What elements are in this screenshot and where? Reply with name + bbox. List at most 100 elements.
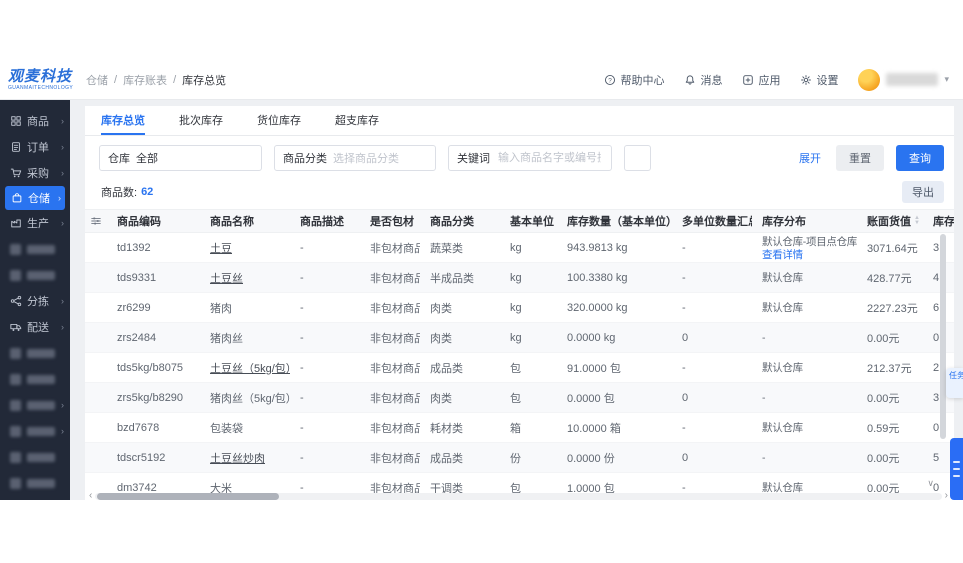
cell-packing: 非包材商品 [360, 300, 420, 316]
cell-value: - [300, 271, 304, 284]
cell-name: 猪肉丝 [200, 330, 290, 346]
reset-button[interactable]: 重置 [836, 145, 884, 171]
cell-value: 0.00元 [857, 450, 929, 466]
tab-批次库存[interactable]: 批次库存 [179, 106, 223, 135]
sidebar-item-redacted[interactable] [0, 366, 70, 392]
sidebar-item-redacted[interactable] [0, 236, 70, 262]
sidebar-item-grid[interactable]: 商品 › [0, 108, 70, 134]
scroll-down-icon[interactable]: ∨ [927, 478, 934, 489]
tab-库存总览[interactable]: 库存总览 [101, 106, 145, 135]
cell-multi: 0 [672, 392, 752, 404]
keyword-field[interactable]: 关键词 [448, 145, 612, 171]
chevron-right-icon: › [58, 193, 61, 203]
cell-code: bzd7678 [107, 422, 200, 434]
cell-value: 3 [933, 391, 940, 404]
advanced-filter-button[interactable] [624, 145, 651, 171]
cell-value: - [300, 451, 304, 464]
delivery-icon [10, 321, 22, 333]
breadcrumb: 仓储 / 库存账表 / 库存总览 [86, 72, 226, 88]
topbar-item-gear[interactable]: 设置 [800, 72, 838, 88]
search-button[interactable]: 查询 [896, 145, 944, 171]
cell-name: 包装袋 [200, 420, 290, 436]
redacted-icon [10, 347, 21, 359]
topbar-item-apps[interactable]: 应用 [742, 72, 780, 88]
expand-link[interactable]: 展开 [799, 150, 824, 166]
stock-distribution: 默认仓库 [762, 272, 803, 284]
redacted-icon [10, 425, 21, 437]
tab-bar: 库存总览 批次库存 货位库存 超支库存 [85, 106, 954, 136]
scroll-left-icon[interactable]: ‹ [89, 491, 92, 501]
warehouse-select[interactable]: 仓库 全部 [99, 145, 262, 171]
sidebar-item-label: 商品 [27, 116, 49, 128]
cell-name: 猪肉 [200, 300, 290, 316]
brand-logo: 观麦科技 GUANMAITECHNOLOGY [0, 69, 78, 91]
category-select[interactable]: 商品分类 选择商品分类 [274, 145, 436, 171]
redacted-label [27, 244, 55, 254]
help-icon: ? [604, 74, 616, 86]
cell-value: 0.59元 [857, 420, 929, 436]
sidebar-item-redacted[interactable] [0, 340, 70, 366]
product-name-link[interactable]: 土豆丝炒肉 [210, 450, 265, 466]
cell-category: 肉类 [420, 330, 500, 346]
sidebar-item-redacted[interactable]: › [0, 392, 70, 418]
cell-value: td1392 [117, 241, 151, 254]
breadcrumb-item[interactable]: 库存账表 [123, 72, 167, 88]
horizontal-scrollbar-track[interactable] [95, 492, 942, 500]
task-float-button[interactable]: 任务 [946, 368, 963, 398]
cell-value: 肉类 [430, 332, 452, 345]
svg-text:?: ? [609, 77, 613, 84]
cell-value: 非包材商品 [370, 422, 420, 435]
sidebar-item-production[interactable]: 生产 › [0, 210, 70, 236]
product-name-link[interactable]: 土豆丝（5kg/包） [210, 360, 290, 376]
username-redacted [886, 73, 939, 86]
cell-qty: 0.0000 份 [557, 450, 672, 466]
export-button[interactable]: 导出 [902, 181, 944, 203]
sidebar-item-sorting[interactable]: 分拣 › [0, 288, 70, 314]
breadcrumb-item[interactable]: 仓储 [86, 72, 108, 88]
vertical-scrollbar-thumb[interactable] [940, 234, 946, 439]
sidebar-item-redacted[interactable] [0, 444, 70, 470]
sidebar-item-redacted[interactable] [0, 262, 70, 288]
gear-icon [800, 74, 812, 86]
cell-packing: 非包材商品 [360, 330, 420, 346]
cell-value: 半成品类 [430, 272, 474, 285]
filter-bar: 仓库 全部 商品分类 选择商品分类 关键词 展开 [85, 136, 954, 179]
topbar-item-bell[interactable]: 消息 [684, 72, 722, 88]
cell-multi: - [672, 272, 752, 284]
sidebar-item-order[interactable]: 订单 › [0, 134, 70, 160]
sidebar-item-delivery[interactable]: 配送 › [0, 314, 70, 340]
sidebar-item-redacted[interactable] [0, 470, 70, 496]
redacted-label [27, 348, 55, 358]
vertical-scrollbar[interactable] [940, 234, 946, 480]
cell-value: 耗材类 [430, 422, 463, 435]
table-row: td1392 土豆 - 非包材商品 蔬菜类 kg 943.9813 kg - 默认仓库-项目点仓… [85, 233, 954, 263]
cell-value: 212.37元 [867, 362, 912, 375]
horizontal-scrollbar[interactable]: ‹ › [89, 491, 948, 501]
sort-icon[interactable]: ▲ ▼ [914, 215, 920, 226]
stock-distribution: 默认仓库-项目点仓库 [762, 235, 857, 248]
product-name-link[interactable]: 土豆 [210, 240, 232, 256]
keyword-input[interactable] [496, 151, 603, 165]
cell-value: kg [510, 271, 522, 284]
tab-超支库存[interactable]: 超支库存 [335, 106, 379, 135]
sidebar-item-redacted[interactable]: › [0, 418, 70, 444]
summary-bar: 商品数: 62 导出 [85, 179, 954, 209]
cell-value: bzd7678 [117, 421, 160, 434]
side-float-panel[interactable] [950, 438, 963, 500]
tab-货位库存[interactable]: 货位库存 [257, 106, 301, 135]
scroll-right-icon[interactable]: › [945, 491, 948, 501]
cell-desc: - [290, 242, 360, 254]
user-menu[interactable]: ▾ [858, 68, 949, 91]
cell-desc: - [290, 302, 360, 314]
header-cell-settings[interactable] [85, 215, 107, 227]
cell-dist: 默认仓库 [752, 300, 857, 315]
avatar[interactable] [858, 68, 881, 91]
cell-multi: - [672, 422, 752, 434]
sidebar-item-purchase[interactable]: 采购 › [0, 160, 70, 186]
sidebar-item-warehouse[interactable]: 仓储 › [5, 186, 65, 210]
topbar-item-help[interactable]: ? 帮助中心 [604, 72, 664, 88]
view-details-link[interactable]: 查看详情 [762, 249, 803, 261]
user-caret-icon[interactable]: ▾ [944, 74, 949, 85]
horizontal-scrollbar-thumb[interactable] [97, 492, 280, 500]
product-name-link[interactable]: 土豆丝 [210, 270, 243, 286]
